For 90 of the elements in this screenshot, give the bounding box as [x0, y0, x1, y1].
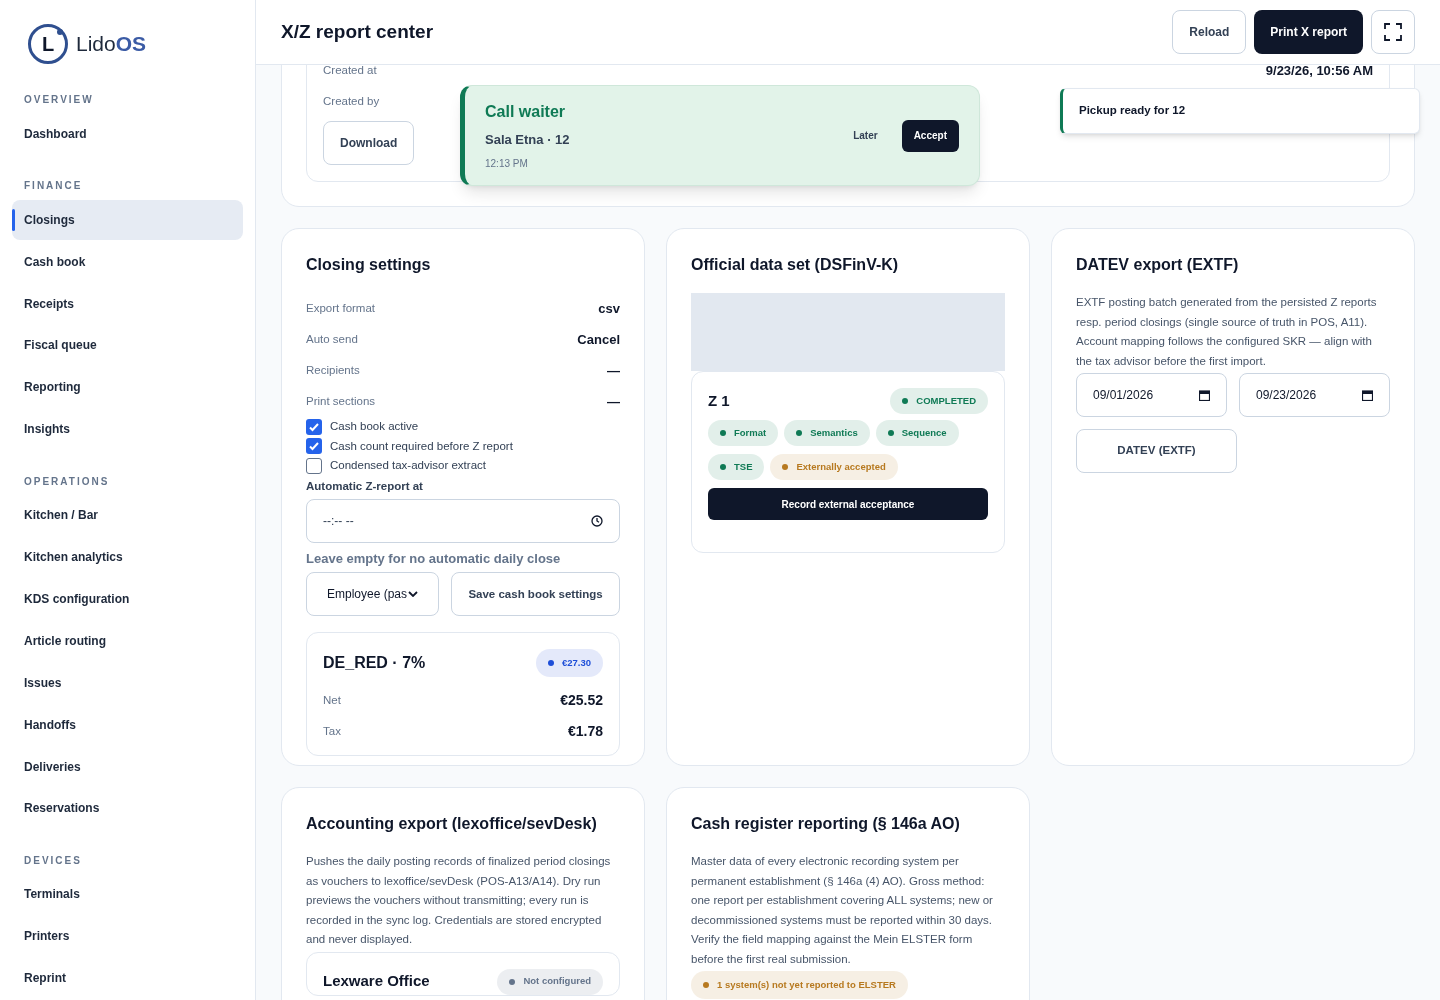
- field-label: Automatic Z-report at: [306, 478, 424, 494]
- section-heading: DEVICES: [23, 853, 83, 868]
- field-value: —: [607, 361, 620, 380]
- nav-item[interactable]: Reporting: [12, 367, 243, 408]
- field-label: Tax: [323, 724, 341, 740]
- role-select[interactable]: Employee (pas: [306, 572, 439, 617]
- clock-icon: [591, 514, 603, 527]
- brand-name: LidoOS: [76, 31, 147, 58]
- card-title: Cash register reporting (§ 146a AO): [691, 814, 961, 834]
- nav-item[interactable]: Receipts: [12, 283, 243, 324]
- date-field[interactable]: 09/23/2026: [1239, 373, 1390, 417]
- download-button[interactable]: Download: [323, 121, 415, 165]
- calendar-icon: [1199, 389, 1210, 401]
- nav-item[interactable]: Printers: [12, 916, 243, 957]
- nav-item[interactable]: Kitchen analytics: [12, 537, 243, 577]
- nav-item[interactable]: Reprint: [12, 958, 243, 999]
- nav-item[interactable]: Terminals: [12, 874, 243, 915]
- toast-title: Call waiter: [485, 102, 567, 123]
- nav-item[interactable]: Insights: [12, 409, 243, 450]
- card-title: Closing settings: [306, 255, 432, 275]
- checkbox[interactable]: [306, 438, 322, 455]
- nav-item[interactable]: Cash book: [12, 241, 243, 282]
- field-label: Export format: [306, 300, 376, 316]
- hint-text: Leave empty for no automatic daily close: [306, 549, 562, 568]
- status-badge: TSE: [708, 454, 765, 480]
- nav-item[interactable]: Fiscal queue: [12, 325, 243, 366]
- status-badge: €27.30: [535, 649, 603, 678]
- status-badge: Sequence: [875, 420, 959, 446]
- status-badge: Not configured: [497, 968, 603, 995]
- status-badge: Semantics: [784, 420, 870, 446]
- fullscreen-icon: [1384, 23, 1402, 41]
- nav-item[interactable]: Article routing: [12, 620, 243, 661]
- print-button[interactable]: Print X report: [1254, 10, 1363, 54]
- section-heading: FINANCE: [23, 179, 84, 194]
- accept-button[interactable]: Accept: [901, 119, 959, 152]
- nav-item[interactable]: Deliveries: [12, 746, 243, 787]
- description-text: EXTF posting batch generated from the persisted Z reports resp. period closings (single source of truth in POS, A11). Account mapping follows the configured SKR — align with the tax advisor before the first import.: [1076, 295, 1378, 369]
- field-label: Auto send: [306, 331, 358, 347]
- nav-item[interactable]: Reservations: [12, 788, 243, 829]
- card-title: Official data set (DSFinV-K): [691, 255, 900, 275]
- closing-title: Z 1: [708, 390, 730, 411]
- field-value: —: [607, 392, 620, 411]
- nav-item[interactable]: Handoffs: [12, 704, 243, 745]
- description-text: Pushes the daily posting records of finalized period closings as vouchers to lexoffice/sevDesk (POS-A13/A14). Dry run previews the vouchers without transmitting; every run is recorded in the sync log. Credentials are stored encrypted and never displayed.: [306, 854, 612, 947]
- later-button[interactable]: Later: [841, 119, 890, 152]
- fullscreen-button[interactable]: [1371, 10, 1415, 54]
- status-badge: 1 system(s) not yet reported to ELSTER: [691, 971, 908, 999]
- field-label: Created by: [323, 93, 380, 109]
- toast-time: 12:13 PM: [485, 156, 529, 171]
- tax-rate-title: DE_RED · 7%: [323, 653, 426, 674]
- card-title: Accounting export (lexoffice/sevDesk): [306, 814, 598, 834]
- datev-export-button[interactable]: DATEV (EXTF): [1076, 429, 1237, 473]
- field-label: Recipients: [306, 362, 360, 378]
- card-title: DATEV export (EXTF): [1076, 255, 1240, 275]
- nav-item[interactable]: Closings: [12, 199, 243, 240]
- description-text: Master data of every electronic recording system per permanent establishment (§ 146a (4) AO). Gross method: one report per establishment covering ALL systems; new or decommissioned systems must be reported within 30 days. Verify the field mapping against the Mein ELSTER form before the first real submission.: [691, 854, 994, 967]
- chevron-down-icon: [408, 591, 418, 598]
- record-acceptance-button[interactable]: Record external acceptance: [708, 488, 988, 520]
- field-value: csv: [598, 299, 620, 318]
- field-value: 9/23/26, 10:56 AM: [1265, 65, 1373, 80]
- logo-icon: L: [28, 24, 68, 64]
- nav-item[interactable]: KDS configuration: [12, 578, 243, 619]
- field-value: Cancel: [577, 330, 620, 349]
- date-field[interactable]: 09/01/2026: [1076, 373, 1227, 417]
- save-button[interactable]: Save cash book settings: [451, 572, 620, 617]
- reload-button[interactable]: Reload: [1172, 10, 1247, 54]
- section-heading: OVERVIEW: [23, 93, 95, 108]
- status-badge: Externally accepted: [770, 454, 898, 480]
- toast-subtitle: Sala Etna · 12: [485, 131, 570, 150]
- calendar-icon: [1362, 389, 1373, 401]
- checkbox[interactable]: [306, 457, 322, 474]
- checkbox-label: Condensed tax-advisor extract: [330, 458, 486, 474]
- time-field[interactable]: --:-- --: [306, 498, 620, 543]
- section-heading: OPERATIONS: [23, 474, 111, 489]
- field-value: €25.52: [560, 691, 603, 711]
- provider-title: Lexware Office: [323, 970, 430, 991]
- checkbox[interactable]: [306, 418, 322, 435]
- field-label: Net: [323, 693, 341, 709]
- field-value: €1.78: [567, 722, 603, 742]
- checkbox-label: Cash count required before Z report: [330, 438, 513, 454]
- status-badge: COMPLETED: [890, 388, 988, 414]
- page-title: X/Z report center: [281, 19, 435, 44]
- status-badge: Format: [708, 420, 779, 446]
- notification-toast: Pickup ready for 12: [1060, 88, 1420, 134]
- checkbox-label: Cash book active: [330, 419, 419, 435]
- nav-item[interactable]: Issues: [12, 662, 243, 703]
- field-label: Print sections: [306, 393, 376, 409]
- field-label: Created at: [323, 65, 377, 78]
- nav-item[interactable]: Kitchen / Bar: [12, 495, 243, 536]
- nav-item[interactable]: Dashboard: [12, 113, 243, 154]
